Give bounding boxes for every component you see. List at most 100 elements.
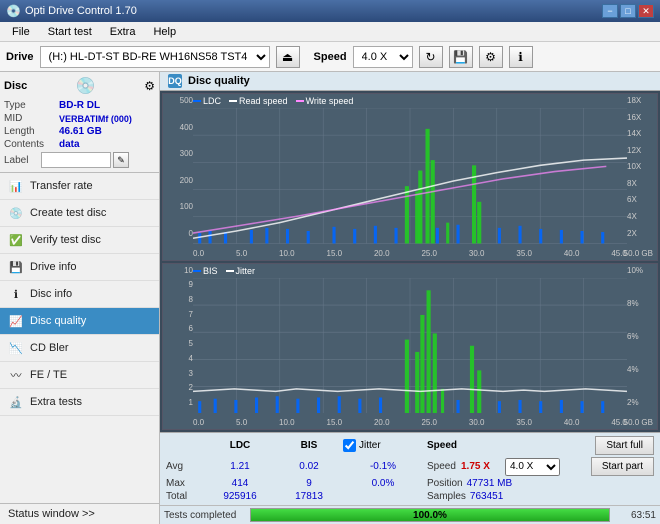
ldc-x-unit: 50.0 GB xyxy=(624,249,653,258)
sidebar-item-create-test-disc[interactable]: 💿 Create test disc xyxy=(0,200,159,227)
extra-tests-icon: 🔬 xyxy=(8,394,24,410)
sidebar-item-disc-info[interactable]: ℹ Disc info xyxy=(0,281,159,308)
drive-info-icon: 💾 xyxy=(8,259,24,275)
position-key: Position xyxy=(427,478,463,489)
disc-icon: 💿 xyxy=(76,76,96,96)
bis-x-unit: 50.0 GB xyxy=(624,418,653,427)
close-button[interactable]: ✕ xyxy=(638,4,654,18)
speed-select[interactable]: 4.0 X xyxy=(353,46,413,68)
time-text: 63:51 xyxy=(616,510,656,521)
bottom-bar: Tests completed 100.0% 63:51 xyxy=(160,505,660,524)
sidebar-item-transfer-rate[interactable]: 📊 Transfer rate xyxy=(0,173,159,200)
create-test-disc-label: Create test disc xyxy=(30,207,106,219)
status-window-button[interactable]: Status window >> xyxy=(0,503,159,524)
speed-header: Speed xyxy=(427,440,482,451)
nav-items: 📊 Transfer rate 💿 Create test disc ✅ Ver… xyxy=(0,173,159,416)
drive-info-label: Drive info xyxy=(30,261,76,273)
disc-length-value: 46.61 GB xyxy=(59,126,102,137)
sidebar-item-disc-quality[interactable]: 📈 Disc quality xyxy=(0,308,159,335)
avg-jitter: -0.1% xyxy=(343,461,423,472)
jitter-dot xyxy=(226,270,234,272)
info-button[interactable]: ℹ xyxy=(509,46,533,68)
create-test-disc-icon: 💿 xyxy=(8,205,24,221)
ldc-y-axis-left: 500 400 300 200 100 0 xyxy=(165,94,193,240)
ldc-legend-read: Read speed xyxy=(229,96,288,106)
start-full-button[interactable]: Start full xyxy=(595,436,654,455)
disc-contents-value: data xyxy=(59,139,80,150)
label-input-field[interactable] xyxy=(41,152,111,168)
verify-test-disc-label: Verify test disc xyxy=(30,234,101,246)
avg-bis: 0.02 xyxy=(279,461,339,472)
bis-x-axis: 0.0 5.0 10.0 15.0 20.0 25.0 30.0 35.0 40… xyxy=(193,418,627,427)
speed-select-dropdown[interactable]: 4.0 X xyxy=(505,458,560,476)
label-row: Label ✎ xyxy=(4,152,155,168)
sidebar-item-extra-tests[interactable]: 🔬 Extra tests xyxy=(0,389,159,416)
maximize-button[interactable]: □ xyxy=(620,4,636,18)
disc-length-row: Length 46.61 GB xyxy=(4,126,155,137)
sidebar-item-fe-te[interactable]: 〰 FE / TE xyxy=(0,362,159,389)
disc-quality-title: Disc quality xyxy=(188,75,250,87)
disc-quality-label: Disc quality xyxy=(30,315,86,327)
total-ldc: 925916 xyxy=(205,491,275,502)
sidebar-item-verify-test-disc[interactable]: ✅ Verify test disc xyxy=(0,227,159,254)
cd-bler-icon: 📉 xyxy=(8,340,24,356)
max-label: Max xyxy=(166,478,201,489)
transfer-rate-icon: 📊 xyxy=(8,178,24,194)
total-label: Total xyxy=(166,491,201,502)
total-bis: 17813 xyxy=(279,491,339,502)
sidebar-item-drive-info[interactable]: 💾 Drive info xyxy=(0,254,159,281)
cd-bler-label: CD Bler xyxy=(30,342,69,354)
stats-totals-row: Max 414 9 0.0% Position 47731 MB xyxy=(166,478,654,489)
write-speed-dot xyxy=(296,100,304,102)
eject-button[interactable]: ⏏ xyxy=(276,46,300,68)
position-value: 47731 MB xyxy=(467,478,532,489)
main-layout: Disc 💿 ⚙ Type BD-R DL MID VERBATIMf (000… xyxy=(0,72,660,524)
ldc-legend-ldc: LDC xyxy=(193,96,221,106)
minimize-button[interactable]: − xyxy=(602,4,618,18)
menu-bar: File Start test Extra Help xyxy=(0,22,660,42)
refresh-button[interactable]: ↻ xyxy=(419,46,443,68)
app-icon: 💿 xyxy=(6,4,21,18)
speed-label: Speed xyxy=(314,51,347,63)
ldc-chart-svg xyxy=(193,108,627,244)
drive-select[interactable]: (H:) HL-DT-ST BD-RE WH16NS58 TST4 xyxy=(40,46,270,68)
disc-panel: Disc 💿 ⚙ Type BD-R DL MID VERBATIMf (000… xyxy=(0,72,159,173)
progress-bar: 100.0% xyxy=(250,508,610,522)
menu-help[interactable]: Help xyxy=(145,24,184,40)
stats-area: LDC BIS Jitter Speed Start full Avg 1.21… xyxy=(160,432,660,505)
drive-label: Drive xyxy=(6,51,34,63)
menu-extra[interactable]: Extra xyxy=(102,24,144,40)
drive-toolbar: Drive (H:) HL-DT-ST BD-RE WH16NS58 TST4 … xyxy=(0,42,660,72)
fe-te-label: FE / TE xyxy=(30,369,67,381)
disc-quality-header-icon: DQ xyxy=(168,74,182,88)
save-button[interactable]: 💾 xyxy=(449,46,473,68)
start-part-button[interactable]: Start part xyxy=(591,457,654,476)
sidebar-item-cd-bler[interactable]: 📉 CD Bler xyxy=(0,335,159,362)
disc-mid-row: MID VERBATIMf (000) xyxy=(4,113,155,124)
menu-file[interactable]: File xyxy=(4,24,38,40)
bis-y-axis-left: 10 9 8 7 6 5 4 3 2 1 xyxy=(165,264,193,410)
disc-info-label: Disc info xyxy=(30,288,72,300)
avg-label: Avg xyxy=(166,461,201,472)
disc-settings-icon[interactable]: ⚙ xyxy=(144,79,155,93)
jitter-checkbox[interactable] xyxy=(343,439,356,452)
ldc-header: LDC xyxy=(205,440,275,451)
disc-mid-value: VERBATIMf (000) xyxy=(59,114,132,124)
progress-text: 100.0% xyxy=(251,509,609,523)
samples-value: 763451 xyxy=(470,491,535,502)
transfer-rate-label: Transfer rate xyxy=(30,180,93,192)
stats-header-row: LDC BIS Jitter Speed Start full xyxy=(166,436,654,455)
ldc-x-axis: 0.0 5.0 10.0 15.0 20.0 25.0 30.0 35.0 40… xyxy=(193,249,627,258)
menu-start-test[interactable]: Start test xyxy=(40,24,100,40)
disc-type-value: BD-R DL xyxy=(59,100,100,111)
jitter-checkbox-group: Jitter xyxy=(343,439,423,452)
label-action-button[interactable]: ✎ xyxy=(113,152,129,168)
disc-info-icon: ℹ xyxy=(8,286,24,302)
settings-button[interactable]: ⚙ xyxy=(479,46,503,68)
extra-tests-label: Extra tests xyxy=(30,396,82,408)
start-part-button-container: Start part xyxy=(591,457,654,476)
start-buttons: Start full xyxy=(595,436,654,455)
charts-area: LDC Read speed Write speed 500 400 30 xyxy=(160,91,660,432)
ldc-chart-legend: LDC Read speed Write speed xyxy=(193,96,353,106)
bis-y-axis-right: 10% 8% 6% 4% 2% xyxy=(627,264,655,410)
